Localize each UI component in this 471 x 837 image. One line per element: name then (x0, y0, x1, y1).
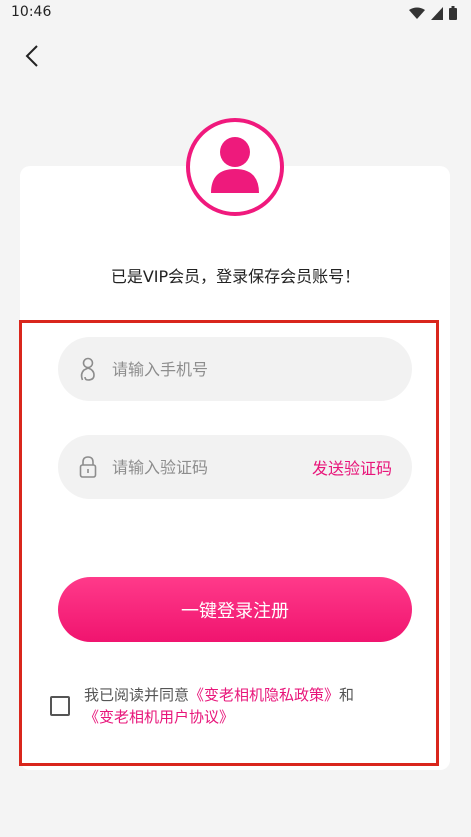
agreement-text: 我已阅读并同意《变老相机隐私政策》和《变老相机用户协议》 (84, 684, 354, 728)
chevron-left-icon (25, 44, 39, 72)
lock-icon (78, 455, 98, 479)
vip-message: 已是VIP会员，登录保存会员账号！ (110, 267, 361, 286)
agreement-prefix: 我已阅读并同意 (84, 686, 190, 704)
agreement: 我已阅读并同意《变老相机隐私政策》和《变老相机用户协议》 (50, 684, 420, 728)
phone-field[interactable] (58, 337, 412, 401)
login-button[interactable]: 一键登录注册 (58, 577, 412, 642)
agreement-checkbox[interactable] (50, 696, 70, 716)
code-input[interactable] (110, 456, 312, 478)
status-icons (409, 5, 457, 24)
status-time: 10:46 (11, 4, 52, 20)
send-code-button[interactable]: 发送验证码 (312, 455, 392, 479)
code-field[interactable]: 发送验证码 (58, 435, 412, 499)
phone-person-icon (78, 357, 98, 381)
battery-icon (449, 5, 457, 24)
wifi-icon (409, 5, 425, 24)
back-button[interactable] (14, 40, 50, 76)
agreement-conjunction: 和 (339, 686, 355, 704)
status-bar: 10:46 (0, 0, 471, 26)
terms-link[interactable]: 《变老相机用户协议》 (84, 708, 234, 726)
signal-icon (431, 5, 443, 24)
avatar (186, 118, 284, 216)
privacy-policy-link[interactable]: 《变老相机隐私政策》 (189, 686, 339, 704)
phone-input[interactable] (110, 358, 412, 380)
user-icon (207, 135, 263, 199)
